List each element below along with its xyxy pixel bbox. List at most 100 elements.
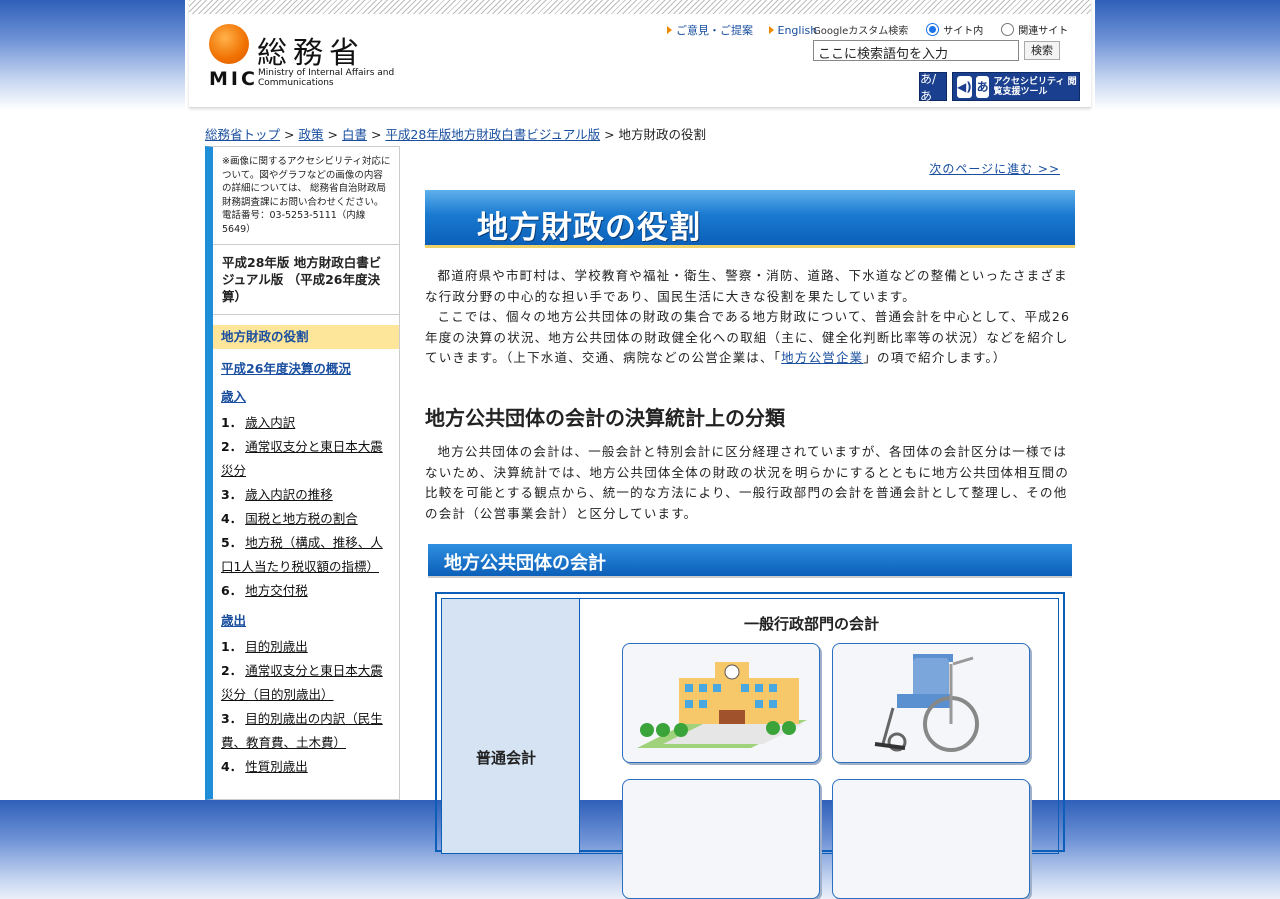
arrow-right-icon [667, 26, 672, 34]
breadcrumb-policy[interactable]: 政策 [298, 127, 323, 142]
public-enterprise-link[interactable]: 地方公営企業 [781, 350, 863, 365]
classification-text: 地方公共団体の会計は、一般会計と特別会計に区分経理されていますが、各団体の会計区… [425, 444, 1070, 521]
breadcrumb: 総務省トップ > 政策 > 白書 > 平成28年版地方財政白書ビジュアル版 > … [205, 124, 706, 143]
arrow-right-icon [768, 26, 774, 34]
feedback-link[interactable]: ご意見・ご提案 [676, 24, 753, 37]
speaker-icon: ◀) [957, 75, 972, 98]
sidebar: ※画像に関するアクセシビリティ対応について。図やグラフなどの画像の内容の詳細につ… [205, 146, 400, 800]
sidebar-subitem[interactable]: 1． 目的別歳出 [213, 635, 399, 659]
page-container: 総務省 MIC Ministry of Internal Affairs and… [185, 0, 1095, 899]
page-banner: 地方財政の役割 [425, 190, 1075, 248]
item-number: 5． [221, 535, 243, 550]
header-stripe [189, 0, 1091, 14]
accounts-figure-title: 地方公共団体の会計 [444, 553, 606, 574]
sidebar-subitem-link[interactable]: 地方交付税 [245, 583, 308, 598]
intro-paragraph: 都道府県や市町村は、学校教育や福祉・衛生、警察・消防、道路、下水道などの整備とい… [425, 266, 1073, 369]
accounts-figure-header: 地方公共団体の会計 [428, 544, 1072, 578]
item-number: 4． [221, 759, 243, 774]
item-number: 4． [221, 511, 243, 526]
sidebar-subitem[interactable]: 3． 目的別歳出の内訳（民生費、教育費、土木費） [213, 707, 399, 755]
logo-japanese: 総務省 [257, 36, 365, 71]
sidebar-subitem[interactable]: 4． 性質別歳出 [213, 755, 399, 779]
breadcrumb-sep: > [284, 127, 295, 142]
sidebar-overview-link[interactable]: 平成26年度決算の概況 [221, 361, 351, 376]
wheelchair-card [832, 643, 1030, 763]
sidebar-subitem[interactable]: 2． 通常収支分と東日本大震災分（目的別歳出） [213, 659, 399, 707]
radio-site-label: サイト内 [943, 25, 984, 37]
breadcrumb-top[interactable]: 総務省トップ [205, 127, 280, 142]
item-number: 1． [221, 639, 243, 654]
sidebar-subitem[interactable]: 1． 歳入内訳 [213, 411, 399, 435]
sidebar-item-revenue[interactable]: 歳入 [213, 385, 399, 409]
intro-text-1: 都道府県や市町村は、学校教育や福祉・衛生、警察・消防、道路、下水道などの整備とい… [425, 268, 1068, 304]
sidebar-subitem-link[interactable]: 歳入内訳の推移 [245, 487, 333, 502]
sidebar-subitem-link[interactable]: 性質別歳出 [245, 759, 308, 774]
sidebar-revenue-link[interactable]: 歳入 [221, 389, 246, 404]
search-input[interactable]: ここに検索語句を入力 [813, 40, 1019, 62]
sidebar-subitem[interactable]: 5． 地方税（構成、推移、人口1人当たり税収額の指標） [213, 531, 399, 579]
breadcrumb-sep: > [370, 127, 382, 142]
breadcrumb-sep: > [327, 127, 338, 142]
sidebar-subitem[interactable]: 4． 国税と地方税の割合 [213, 507, 399, 531]
sidebar-subitem-link[interactable]: 目的別歳出の内訳（民生費、教育費、土木費） [221, 711, 383, 750]
font-size-icon: あ/あ [920, 71, 937, 103]
accessibility-tool-button[interactable]: ◀) あ アクセシビリティ 閲覧支援ツール [952, 72, 1080, 101]
logo-mic: MIC [209, 68, 258, 90]
intro-text-2: ここでは、個々の地方公共団体の財政の集合である地方財政について、普通会計を中心と… [425, 307, 1073, 369]
sidebar-menu: 地方財政の役割 平成26年度決算の概況 歳入 1． 歳入内訳 2． 通常収支分と東日… [213, 315, 399, 779]
sidebar-title: 平成28年版 地方財政白書ビジュアル版 （平成26年度決算） [213, 245, 399, 315]
sidebar-subitem-link[interactable]: 地方税（構成、推移、人口1人当たり税収額の指標） [221, 535, 383, 574]
sidebar-expense-link[interactable]: 歳出 [221, 613, 246, 628]
header-links: ご意見・ご提案 English [667, 22, 829, 38]
font-size-button[interactable]: あ/あ [919, 71, 947, 103]
site-header: 総務省 MIC Ministry of Internal Affairs and… [189, 0, 1091, 108]
sidebar-subitem-link[interactable]: 通常収支分と東日本大震災分（目的別歳出） [221, 663, 383, 702]
ordinary-account-cell: 普通会計 [442, 599, 580, 853]
diagram-frame: 普通会計 一般行政部門の会計 [441, 598, 1059, 899]
sidebar-item-expense[interactable]: 歳出 [213, 609, 399, 633]
diagram-card [622, 779, 820, 899]
sidebar-item-overview[interactable]: 平成26年度決算の概況 [213, 357, 399, 381]
section-heading: 地方公共団体の会計の決算統計上の分類 [425, 406, 785, 430]
ordinary-account-label: 普通会計 [476, 749, 537, 767]
sidebar-item-role[interactable]: 地方財政の役割 [213, 325, 399, 349]
item-number: 3． [221, 487, 243, 502]
sidebar-subitem[interactable]: 3． 歳入内訳の推移 [213, 483, 399, 507]
english-link[interactable]: English [778, 24, 818, 37]
accessibility-note: ※画像に関するアクセシビリティ対応について。図やグラフなどの画像の内容の詳細につ… [213, 147, 399, 245]
search-button[interactable]: 検索 [1024, 41, 1060, 60]
logo-english: Ministry of Internal Affairs and Communi… [258, 68, 395, 88]
classification-paragraph: 地方公共団体の会計は、一般会計と特別会計に区分経理されていますが、各団体の会計区… [425, 442, 1073, 524]
hiragana-icon: あ [975, 75, 990, 98]
sidebar-subitem-link[interactable]: 国税と地方税の割合 [245, 511, 358, 526]
accounts-diagram: 普通会計 一般行政部門の会計 [435, 592, 1065, 899]
item-number: 3． [221, 711, 243, 726]
next-page-link[interactable]: 次のページに進む >> [929, 160, 1060, 177]
google-custom-search-logo: Googleカスタム検索 [813, 25, 909, 37]
sidebar-subitem[interactable]: 2． 通常収支分と東日本大震災分 [213, 435, 399, 483]
radio-site[interactable] [926, 22, 940, 36]
accessibility-tool-label: アクセシビリティ 閲覧支援ツール [993, 76, 1077, 97]
diagram-card [832, 779, 1030, 899]
sidebar-subitem[interactable]: 6． 地方交付税 [213, 579, 399, 603]
sidebar-subitem-link[interactable]: 通常収支分と東日本大震災分 [221, 439, 383, 478]
wheelchair-icon [874, 654, 979, 752]
school-icon [637, 662, 807, 748]
school-card [622, 643, 820, 763]
breadcrumb-sep: > [604, 127, 615, 142]
breadcrumb-current: 地方財政の役割 [618, 127, 707, 142]
radio-related-label: 関連サイト [1018, 25, 1069, 37]
general-admin-label: 一般行政部門の会計 [744, 615, 880, 633]
breadcrumb-visual-edition[interactable]: 平成28年版地方財政白書ビジュアル版 [385, 127, 600, 142]
sidebar-subitem-link[interactable]: 目的別歳出 [245, 639, 308, 654]
breadcrumb-whitepaper[interactable]: 白書 [342, 127, 367, 142]
item-number: 1． [221, 415, 243, 430]
sidebar-subitem-link[interactable]: 歳入内訳 [245, 415, 295, 430]
search-area: Googleカスタム検索 サイト内 関連サイト ここに検索語句を入力 検索 [813, 20, 1093, 62]
intro-text-2-tail: 」の項で紹介します。） [863, 350, 1007, 365]
radio-related[interactable] [1001, 22, 1015, 36]
logo-sun-icon [209, 24, 249, 64]
item-number: 2． [221, 439, 243, 454]
search-scope-row: Googleカスタム検索 サイト内 関連サイト [813, 20, 1093, 38]
site-logo[interactable]: 総務省 MIC Ministry of Internal Affairs and… [209, 24, 399, 90]
